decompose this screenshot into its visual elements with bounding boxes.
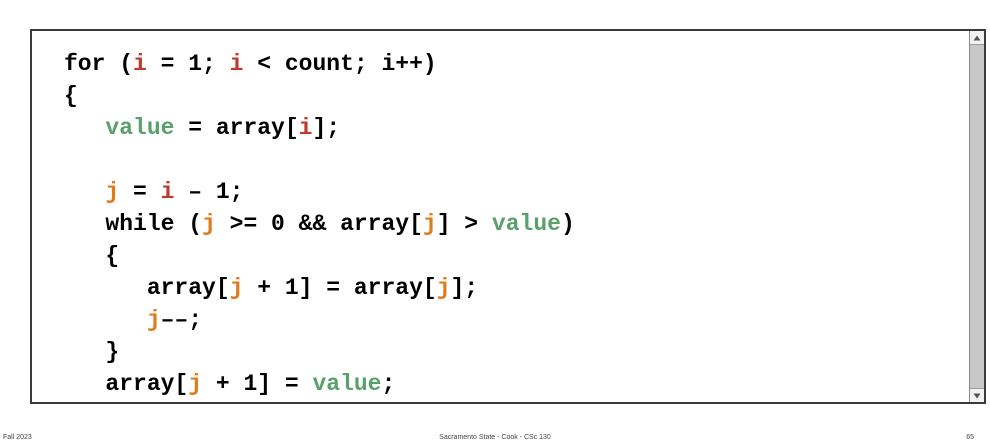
code-line: array[j + 1] = value; bbox=[64, 368, 575, 400]
vertical-scrollbar[interactable] bbox=[969, 31, 984, 402]
code-token: i bbox=[229, 51, 244, 77]
code-token: j bbox=[146, 307, 161, 333]
code-token: j bbox=[229, 275, 244, 301]
code-token: } bbox=[64, 339, 120, 365]
code-token: j bbox=[422, 211, 437, 237]
scroll-up-button[interactable] bbox=[970, 31, 984, 45]
code-token: ]; bbox=[312, 115, 341, 141]
code-token: i bbox=[133, 51, 147, 77]
code-line: value = array[i]; bbox=[64, 112, 575, 144]
code-token: { bbox=[64, 83, 78, 109]
code-token: – 1; bbox=[174, 179, 244, 205]
code-token: i bbox=[298, 115, 313, 141]
code-token: j bbox=[188, 371, 203, 397]
code-token: = 1; bbox=[146, 51, 230, 77]
code-window: for (i = 1; i < count; i++){ value = arr… bbox=[30, 29, 986, 404]
code-token: = bbox=[119, 179, 161, 205]
footer-course: Sacramento State - Cook - CSc 130 bbox=[439, 434, 551, 441]
code-line: { bbox=[64, 80, 575, 112]
code-token: ]; bbox=[450, 275, 479, 301]
code-lines: for (i = 1; i < count; i++){ value = arr… bbox=[64, 48, 575, 402]
code-token: value bbox=[105, 115, 175, 141]
footer-semester: Fall 2023 bbox=[3, 434, 32, 441]
code-token: >= 0 && array[ bbox=[215, 211, 423, 237]
code-token: + 1] = bbox=[202, 371, 313, 397]
code-line: array[j + 1] = array[j]; bbox=[64, 272, 575, 304]
code-token: array[ bbox=[64, 275, 230, 301]
code-token: i bbox=[160, 179, 175, 205]
code-line: for (i = 1; i < count; i++) bbox=[64, 48, 575, 80]
code-token: ; bbox=[381, 371, 396, 397]
code-token: j bbox=[436, 275, 451, 301]
code-token: array[ bbox=[64, 371, 189, 397]
code-line: j = i – 1; bbox=[64, 176, 575, 208]
code-token: + 1] = array[ bbox=[243, 275, 437, 301]
code-area[interactable]: for (i = 1; i < count; i++){ value = arr… bbox=[32, 31, 969, 402]
code-token: value bbox=[312, 371, 382, 397]
code-token: = array[ bbox=[174, 115, 299, 141]
code-token: while ( bbox=[64, 211, 203, 237]
code-token: for ( bbox=[64, 51, 134, 77]
scroll-down-button[interactable] bbox=[970, 388, 984, 402]
code-line: } bbox=[64, 336, 575, 368]
code-line: j––; bbox=[64, 304, 575, 336]
code-token: j bbox=[202, 211, 216, 237]
code-line: { bbox=[64, 240, 575, 272]
triangle-down-icon bbox=[973, 393, 981, 398]
code-token: ] > bbox=[436, 211, 492, 237]
code-line: } bbox=[64, 400, 575, 402]
code-token: { bbox=[64, 243, 120, 269]
code-token: value bbox=[491, 211, 561, 237]
code-token: ) bbox=[560, 211, 575, 237]
footer-slide-number: 65 bbox=[966, 434, 974, 441]
code-token: < count; i++) bbox=[243, 51, 437, 77]
triangle-up-icon bbox=[973, 35, 981, 40]
code-token: j bbox=[105, 179, 120, 205]
code-line: while (j >= 0 && array[j] > value) bbox=[64, 208, 575, 240]
code-token: ––; bbox=[160, 307, 203, 333]
